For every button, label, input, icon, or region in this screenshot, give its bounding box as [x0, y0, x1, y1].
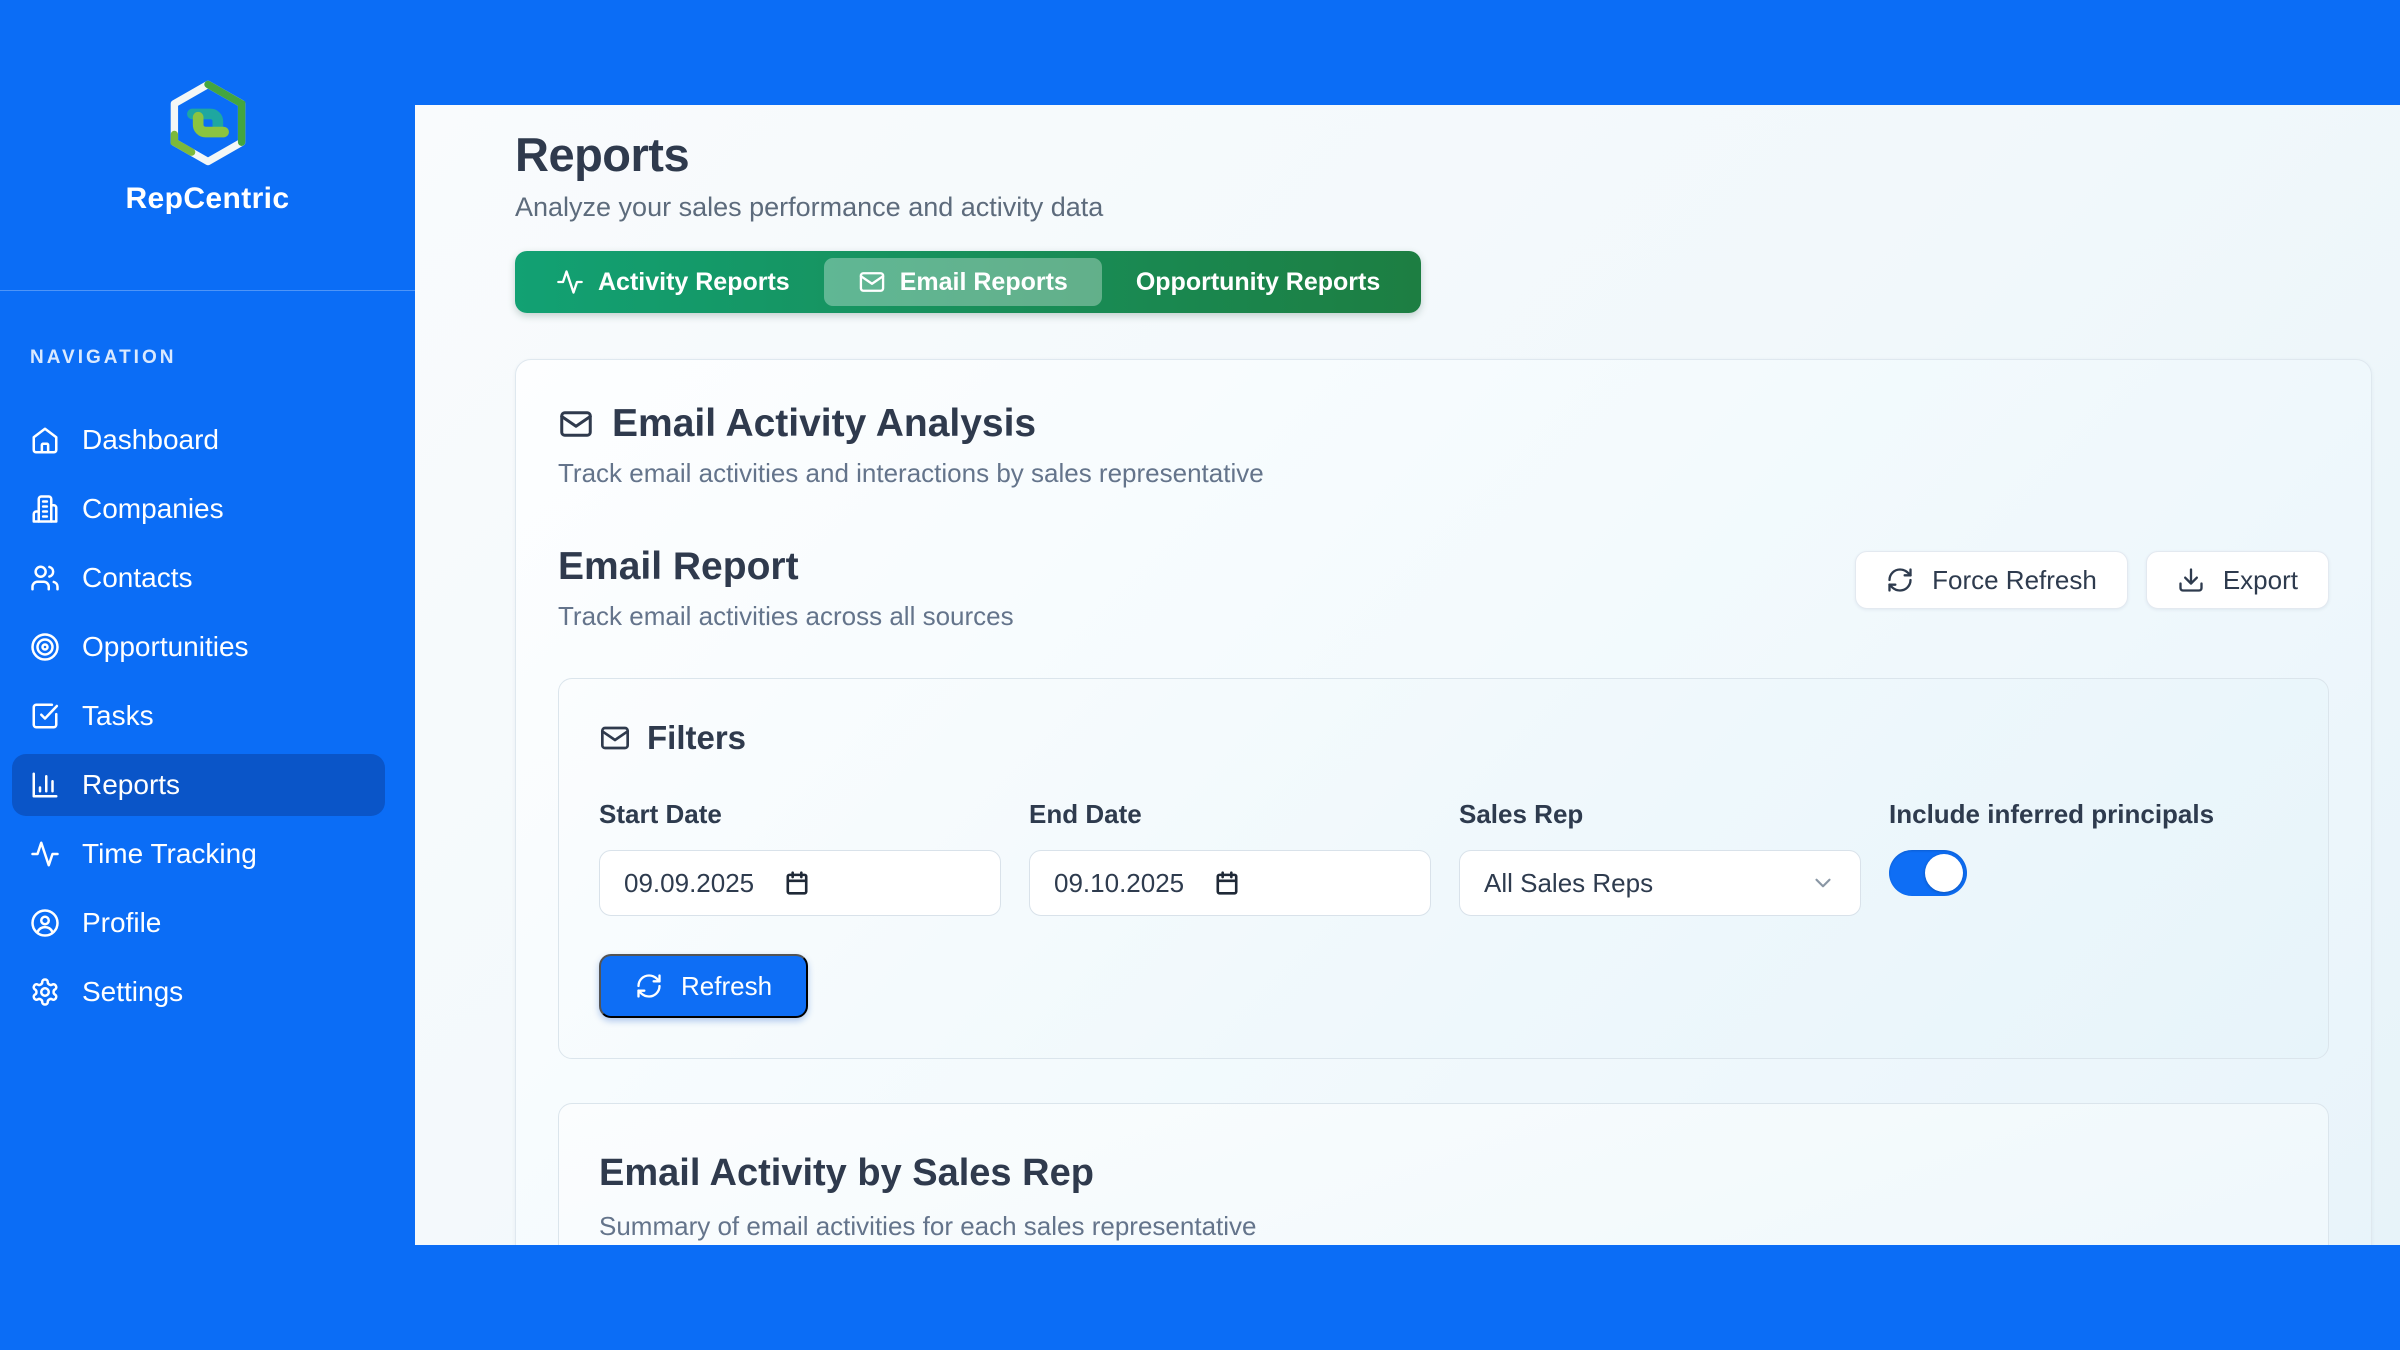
- refresh-icon: [635, 972, 663, 1000]
- sidebar-item-label: Companies: [82, 493, 224, 525]
- sidebar-item-contacts[interactable]: Contacts: [12, 547, 385, 609]
- mail-icon: [599, 722, 631, 754]
- report-actions: Force Refresh Export: [1855, 551, 2329, 609]
- nav-section-label: NAVIGATION: [30, 347, 415, 369]
- refresh-icon: [1886, 566, 1914, 594]
- email-activity-analysis-card: Email Activity Analysis Track email acti…: [515, 359, 2372, 1245]
- calendar-icon[interactable]: [784, 870, 810, 896]
- toggle-knob: [1925, 854, 1963, 892]
- gear-icon: [30, 977, 60, 1007]
- start-date-label: Start Date: [599, 799, 1001, 830]
- user-circle-icon: [30, 908, 60, 938]
- tab-email-reports[interactable]: Email Reports: [824, 258, 1102, 306]
- download-icon: [2177, 566, 2205, 594]
- sidebar-item-label: Tasks: [82, 700, 154, 732]
- bar-chart-icon: [30, 770, 60, 800]
- sidebar-item-label: Profile: [82, 907, 161, 939]
- sidebar-item-reports[interactable]: Reports: [12, 754, 385, 816]
- email-activity-by-rep-card: Email Activity by Sales Rep Summary of e…: [558, 1103, 2329, 1245]
- sidebar-item-settings[interactable]: Settings: [12, 961, 385, 1023]
- filters-title: Filters: [647, 719, 746, 757]
- sidebar-item-opportunities[interactable]: Opportunities: [12, 616, 385, 678]
- end-date-value: 09.10.2025: [1054, 868, 1184, 899]
- sidebar-item-label: Time Tracking: [82, 838, 257, 870]
- sales-rep-select[interactable]: All Sales Reps: [1459, 850, 1861, 916]
- sidebar-item-profile[interactable]: Profile: [12, 892, 385, 954]
- inferred-principals-toggle[interactable]: [1889, 850, 1967, 896]
- tab-label: Activity Reports: [598, 268, 790, 297]
- force-refresh-label: Force Refresh: [1932, 565, 2097, 596]
- chevron-down-icon: [1810, 870, 1836, 896]
- check-square-icon: [30, 701, 60, 731]
- activity-section-title: Email Activity by Sales Rep: [599, 1152, 2288, 1195]
- export-button[interactable]: Export: [2146, 551, 2329, 609]
- app-name: RepCentric: [125, 182, 289, 216]
- home-icon: [30, 425, 60, 455]
- analysis-card-title: Email Activity Analysis: [612, 402, 1036, 446]
- start-date-value: 09.09.2025: [624, 868, 754, 899]
- include-inferred-label: Include inferred principals: [1889, 799, 2214, 830]
- sales-rep-label: Sales Rep: [1459, 799, 1861, 830]
- sidebar-item-label: Dashboard: [82, 424, 219, 456]
- sidebar-nav: Dashboard Companies Contacts Opportuniti…: [0, 409, 415, 1023]
- report-section-subtitle: Track email activities across all source…: [558, 601, 1014, 632]
- end-date-input[interactable]: 09.10.2025: [1029, 850, 1431, 916]
- sidebar: RepCentric NAVIGATION Dashboard Companie…: [0, 0, 415, 1350]
- users-icon: [30, 563, 60, 593]
- refresh-label: Refresh: [681, 971, 772, 1002]
- target-icon: [30, 632, 60, 662]
- activity-section-subtitle: Summary of email activities for each sal…: [599, 1211, 2288, 1242]
- report-section-title: Email Report: [558, 545, 1014, 589]
- app-logo: RepCentric: [0, 0, 415, 291]
- analysis-card-subtitle: Track email activities and interactions …: [558, 458, 2329, 489]
- sidebar-item-time-tracking[interactable]: Time Tracking: [12, 823, 385, 885]
- page-subtitle: Analyze your sales performance and activ…: [515, 192, 2372, 223]
- calendar-icon[interactable]: [1214, 870, 1240, 896]
- filter-grid: Start Date 09.09.2025 End Date 09.10.202…: [599, 799, 2288, 916]
- sidebar-item-label: Opportunities: [82, 631, 249, 663]
- export-label: Export: [2223, 565, 2298, 596]
- sidebar-item-dashboard[interactable]: Dashboard: [12, 409, 385, 471]
- tab-activity-reports[interactable]: Activity Reports: [522, 258, 824, 306]
- sidebar-item-companies[interactable]: Companies: [12, 478, 385, 540]
- report-type-tabbar: Activity Reports Email Reports Opportuni…: [515, 251, 1421, 313]
- mail-icon: [558, 406, 594, 442]
- sidebar-item-tasks[interactable]: Tasks: [12, 685, 385, 747]
- tab-label: Opportunity Reports: [1136, 268, 1380, 297]
- filters-card: Filters Start Date 09.09.2025 End Date 0: [558, 678, 2329, 1059]
- mail-icon: [858, 268, 886, 296]
- tab-opportunity-reports[interactable]: Opportunity Reports: [1102, 258, 1414, 306]
- tab-label: Email Reports: [900, 268, 1068, 297]
- activity-icon: [556, 268, 584, 296]
- main-content-panel: Reports Analyze your sales performance a…: [415, 105, 2400, 1245]
- building-icon: [30, 494, 60, 524]
- repcentric-logo-icon: [167, 80, 249, 166]
- sidebar-item-label: Reports: [82, 769, 180, 801]
- end-date-label: End Date: [1029, 799, 1431, 830]
- sidebar-item-label: Contacts: [82, 562, 193, 594]
- start-date-input[interactable]: 09.09.2025: [599, 850, 1001, 916]
- force-refresh-button[interactable]: Force Refresh: [1855, 551, 2128, 609]
- activity-icon: [30, 839, 60, 869]
- sidebar-item-label: Settings: [82, 976, 183, 1008]
- page-title: Reports: [515, 127, 2372, 182]
- refresh-button[interactable]: Refresh: [599, 954, 808, 1018]
- sales-rep-value: All Sales Reps: [1484, 868, 1653, 899]
